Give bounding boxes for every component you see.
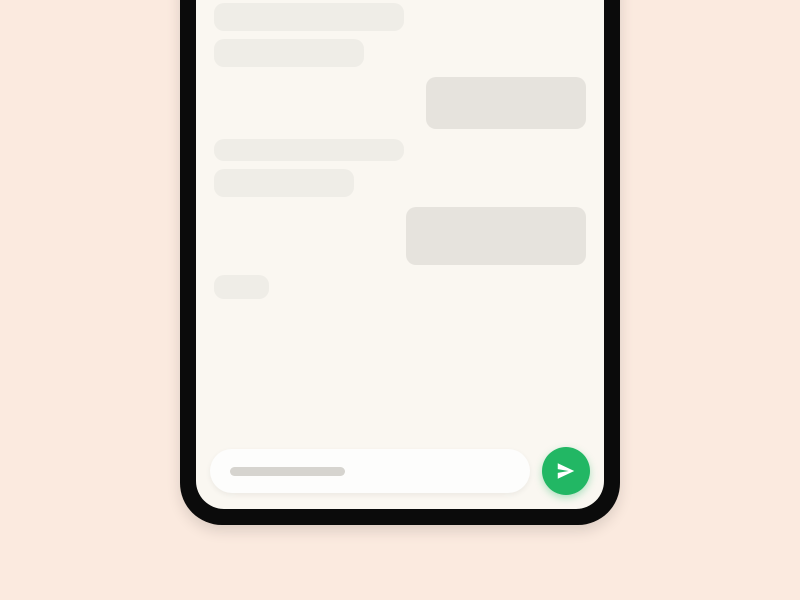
message-composer (196, 435, 604, 509)
message-group (214, 275, 586, 299)
chat-bubble-incoming[interactable] (214, 169, 354, 197)
chat-bubble-incoming[interactable] (214, 275, 269, 299)
message-group (214, 77, 586, 129)
chat-bubble-incoming[interactable] (214, 39, 364, 67)
chat-bubble-incoming[interactable] (214, 139, 404, 161)
chat-message-list[interactable] (196, 0, 604, 435)
message-group (214, 139, 586, 197)
phone-frame (180, 0, 620, 525)
input-placeholder-skeleton (230, 467, 345, 476)
chat-bubble-outgoing[interactable] (406, 207, 586, 265)
message-group (214, 3, 586, 67)
message-group (214, 207, 586, 265)
message-input[interactable] (210, 449, 530, 493)
chat-bubble-incoming[interactable] (214, 3, 404, 31)
send-icon (555, 460, 577, 482)
send-button[interactable] (542, 447, 590, 495)
phone-screen (196, 0, 604, 509)
chat-bubble-outgoing[interactable] (426, 77, 586, 129)
